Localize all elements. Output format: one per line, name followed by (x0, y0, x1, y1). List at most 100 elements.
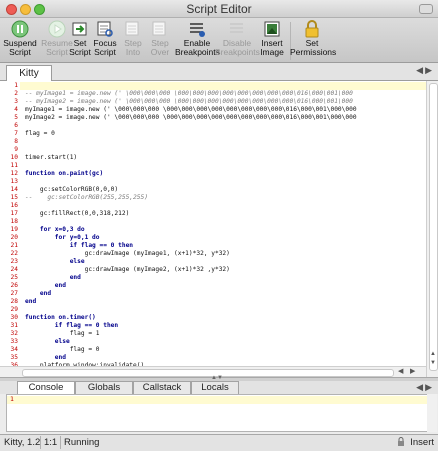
code-line[interactable]: 22 gc:drawImage (myImage1, (x+1)*32, y*3… (0, 250, 426, 258)
code-line[interactable]: 20 for y=0,1 do (0, 234, 426, 242)
line-number[interactable]: 5 (0, 114, 18, 122)
code-line[interactable]: 32 flag = 1 (0, 330, 426, 338)
line-number[interactable]: 24 (0, 266, 18, 274)
code-line[interactable]: 19 for x=0,3 do (0, 226, 426, 234)
code-line[interactable]: 17 gc:fillRect(0,0,318,212) (0, 210, 426, 218)
code-editor[interactable]: 1 2 -- myImage1 = image.new (' \000\000\00… (0, 81, 427, 377)
scroll-right-arrow[interactable]: ▶ (410, 367, 415, 375)
line-number[interactable]: 13 (0, 178, 18, 186)
bottom-tab-scroll-arrows[interactable]: ◀▶ (416, 382, 434, 393)
code-line[interactable]: 33 else (0, 338, 426, 346)
scroll-up-arrow[interactable]: ▲ (427, 351, 438, 357)
editor-vertical-scrollbar[interactable]: ▲ ▼ (426, 81, 438, 377)
line-number[interactable]: 30 (0, 314, 18, 322)
enable-breakpoints-button[interactable]: Enable Breakpoints (175, 20, 220, 57)
line-number[interactable]: 6 (0, 122, 18, 130)
code-line[interactable]: 12 function on.paint(gc) (0, 170, 426, 178)
toolbar-toggle-button[interactable] (419, 4, 433, 14)
scroll-down-arrow[interactable]: ▼ (427, 360, 438, 366)
scroll-left-arrow[interactable]: ◀ (398, 367, 403, 375)
code-line[interactable]: 5 myImage2 = image.new (' \000\000\000 \0… (0, 114, 426, 122)
code-line[interactable]: 35 end (0, 354, 426, 362)
line-number[interactable]: 10 (0, 154, 18, 162)
code-line[interactable]: 23 else (0, 258, 426, 266)
insert-image-button[interactable]: Insert Image (252, 20, 292, 57)
line-number[interactable]: 31 (0, 322, 18, 330)
line-number[interactable]: 29 (0, 306, 18, 314)
code-line[interactable]: 4 myImage1 = image.new (' \000\000\000 \0… (0, 106, 426, 114)
line-number[interactable]: 19 (0, 226, 18, 234)
line-number[interactable]: 2 (0, 90, 18, 98)
step-over-button[interactable]: Step Over (140, 20, 180, 57)
line-number[interactable]: 33 (0, 338, 18, 346)
code-line[interactable]: 24 gc:drawImage (myImage2, (x+1)*32 ,y*3… (0, 266, 426, 274)
step-over-icon (152, 21, 166, 36)
code-line[interactable]: 18 (0, 218, 426, 226)
tab-globals[interactable]: Globals (75, 381, 133, 394)
line-number[interactable]: 27 (0, 290, 18, 298)
line-number[interactable]: 35 (0, 354, 18, 362)
suspend-script-button[interactable]: Suspend Script (0, 20, 40, 57)
line-number[interactable]: 15 (0, 194, 18, 202)
code-line[interactable]: 26 end (0, 282, 426, 290)
line-number[interactable]: 26 (0, 282, 18, 290)
code-line[interactable]: 6 (0, 122, 426, 130)
code-line[interactable]: 21 if flag == 0 then (0, 242, 426, 250)
line-number[interactable]: 34 (0, 346, 18, 354)
tab-console[interactable]: Console (17, 381, 75, 394)
line-number[interactable]: 11 (0, 162, 18, 170)
code-line[interactable]: 2 -- myImage1 = image.new (' \000\000\000… (0, 90, 426, 98)
code-line[interactable]: 7 flag = 0 (0, 130, 426, 138)
enable-bp-label-2: Breakpoints (175, 47, 220, 57)
code-text: myImage2 = image.new (' \000\000\000 \00… (25, 114, 357, 121)
code-line[interactable]: 34 flag = 0 (0, 346, 426, 354)
line-number[interactable]: 20 (0, 234, 18, 242)
console-scrollbar[interactable] (427, 394, 437, 432)
line-number[interactable]: 32 (0, 330, 18, 338)
code-line[interactable]: 28 end (0, 298, 426, 306)
code-line[interactable]: 11 (0, 162, 426, 170)
lock-icon (305, 20, 319, 38)
line-number[interactable]: 23 (0, 258, 18, 266)
code-line[interactable]: 15 -- gc:setColorRGB(255,255,255) (0, 194, 426, 202)
line-number[interactable]: 4 (0, 106, 18, 114)
line-number[interactable]: 14 (0, 186, 18, 194)
code-line[interactable]: 16 (0, 202, 426, 210)
line-number[interactable]: 17 (0, 210, 18, 218)
line-number[interactable]: 22 (0, 250, 18, 258)
line-number[interactable]: 21 (0, 242, 18, 250)
line-number[interactable]: 7 (0, 130, 18, 138)
code-line[interactable]: 3 -- myImage2 = image.new (' \000\000\000… (0, 98, 426, 106)
status-cursor-position: 1:1 (44, 437, 58, 448)
code-line[interactable]: 1 (0, 82, 426, 90)
line-number[interactable]: 28 (0, 298, 18, 306)
code-line[interactable]: 9 (0, 146, 426, 154)
tab-kitty[interactable]: Kitty (6, 65, 52, 81)
line-number[interactable]: 25 (0, 274, 18, 282)
code-line[interactable]: 31 if flag == 0 then (0, 322, 426, 330)
line-number[interactable]: 18 (0, 218, 18, 226)
set-permissions-button[interactable]: Set Permissions (290, 20, 336, 57)
line-number[interactable]: 16 (0, 202, 18, 210)
code-line[interactable]: 27 end (0, 290, 426, 298)
line-number[interactable]: 1 (0, 82, 18, 90)
line-number[interactable]: 8 (0, 138, 18, 146)
vertical-scroll-thumb[interactable] (429, 83, 438, 371)
code-line[interactable]: 8 (0, 138, 426, 146)
code-line[interactable]: 30 function on.timer() (0, 314, 426, 322)
code-line[interactable]: 29 (0, 306, 426, 314)
horizontal-scroll-thumb[interactable] (22, 369, 394, 377)
tab-locals[interactable]: Locals (191, 381, 239, 394)
line-number[interactable]: 9 (0, 146, 18, 154)
code-text: timer.start(1) (25, 154, 78, 161)
code-line[interactable]: 25 end (0, 274, 426, 282)
code-line[interactable]: 10 timer.start(1) (0, 154, 426, 162)
code-line[interactable]: 14 gc:setColorRGB(0,0,0) (0, 186, 426, 194)
tab-scroll-arrows[interactable]: ◀▶ (416, 65, 434, 76)
tab-callstack[interactable]: Callstack (133, 381, 191, 394)
line-number[interactable]: 12 (0, 170, 18, 178)
line-number[interactable]: 3 (0, 98, 18, 106)
code-line[interactable]: 13 (0, 178, 426, 186)
console-panel[interactable]: 1 (6, 394, 428, 432)
lock-status-icon (398, 437, 404, 446)
